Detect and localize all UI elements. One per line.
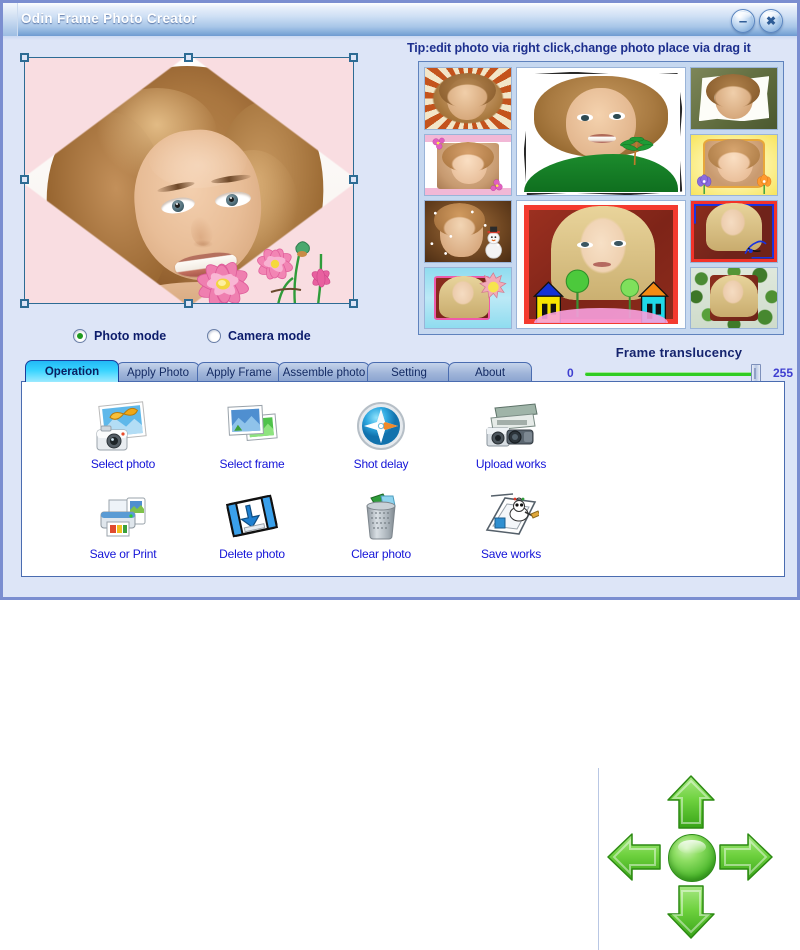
thumb-big-1[interactable] [516, 67, 686, 196]
panel-divider [598, 768, 599, 950]
selection-handle-bottom-center[interactable] [184, 299, 193, 308]
radio-camera-mode-label: Camera mode [228, 329, 311, 343]
upload-scanner-icon [483, 400, 539, 454]
delete-photo-label: Delete photo [219, 547, 285, 561]
radio-photo-mode-label: Photo mode [94, 329, 167, 343]
minimize-icon: – [738, 12, 748, 30]
title-bar-left-accent [3, 3, 18, 36]
clear-photo-label: Clear photo [351, 547, 411, 561]
selection-handle-top-left[interactable] [20, 53, 29, 62]
photo-with-butterfly-camera-icon [95, 400, 151, 454]
shot-delay-button[interactable]: Shot delay [322, 400, 440, 471]
upload-works-button[interactable]: Upload works [452, 400, 570, 471]
delete-photo-button[interactable]: Delete photo [193, 490, 311, 561]
thumb-6[interactable] [690, 200, 778, 263]
move-right-button[interactable] [718, 830, 774, 884]
thumb-3[interactable] [424, 133, 512, 196]
frame-translucency-label: Frame translucency [615, 345, 743, 360]
navigation-dpad [606, 774, 774, 940]
thumb-7[interactable] [424, 266, 512, 329]
minimize-button[interactable]: – [731, 9, 755, 33]
save-or-print-button[interactable]: Save or Print [64, 490, 182, 561]
photo-canvas-surface[interactable] [24, 57, 354, 304]
picture-frame-stack-icon [224, 400, 280, 454]
shot-delay-label: Shot delay [353, 457, 409, 471]
clear-photo-button[interactable]: Clear photo [322, 490, 440, 561]
center-button[interactable] [668, 834, 716, 882]
tab-assemble-photo-label: Assemble photo [282, 366, 366, 379]
thumb-1[interactable] [424, 67, 512, 130]
photo-canvas[interactable] [20, 53, 358, 308]
thumb-4[interactable] [690, 133, 778, 196]
tab-apply-frame-label: Apply Frame [206, 366, 272, 379]
tip-text: Tip:edit photo via right click,change ph… [407, 41, 751, 55]
thumb-2[interactable] [690, 67, 778, 130]
selection-handle-bottom-right[interactable] [349, 299, 358, 308]
translucency-min-label: 0 [567, 366, 574, 380]
tab-operation[interactable]: Operation [25, 360, 119, 382]
move-left-button[interactable] [606, 830, 662, 884]
save-works-label: Save works [480, 547, 542, 561]
operation-panel: Select photo Select frame Shot delay Upl… [21, 381, 785, 950]
move-up-button[interactable] [664, 774, 718, 830]
selection-handle-middle-left[interactable] [20, 175, 29, 184]
frame-thumbnail-grid[interactable] [418, 61, 784, 335]
lotus-flower-overlay [175, 234, 353, 303]
tab-operation-label: Operation [44, 365, 100, 378]
select-photo-button[interactable]: Select photo [64, 400, 182, 471]
translucency-slider-track[interactable] [585, 372, 757, 376]
thumb-5[interactable] [424, 200, 512, 263]
close-button[interactable]: ✖ [759, 9, 783, 33]
tab-apply-photo[interactable]: Apply Photo [116, 362, 200, 382]
application-window: Odin Frame Photo Creator – ✖ Tip:edit ph… [0, 0, 800, 950]
tab-about[interactable]: About [448, 362, 532, 382]
upload-works-label: Upload works [475, 457, 547, 471]
desk-save-icon [483, 490, 541, 544]
window-title: Odin Frame Photo Creator [21, 11, 197, 26]
select-photo-label: Select photo [90, 457, 156, 471]
tab-bar: Operation Apply Photo Apply Frame Assemb… [25, 360, 532, 382]
title-bar[interactable]: Odin Frame Photo Creator – ✖ [3, 3, 797, 40]
tab-about-label: About [474, 366, 506, 379]
tab-setting-label: Setting [391, 366, 427, 379]
selection-handle-bottom-left[interactable] [20, 299, 29, 308]
selection-handle-middle-right[interactable] [349, 175, 358, 184]
translucency-max-label: 255 [772, 366, 793, 380]
compass-timer-icon [353, 400, 409, 454]
selection-handle-top-center[interactable] [184, 53, 193, 62]
save-or-print-label: Save or Print [89, 547, 157, 561]
tab-assemble-photo[interactable]: Assemble photo [278, 362, 370, 382]
tab-apply-frame[interactable]: Apply Frame [197, 362, 281, 382]
trash-bin-icon [353, 490, 409, 544]
thumb-big-2[interactable] [516, 200, 686, 329]
tab-apply-photo-label: Apply Photo [126, 366, 189, 379]
radio-camera-mode-indicator[interactable] [207, 329, 221, 343]
close-icon: ✖ [765, 14, 777, 28]
printer-icon [95, 490, 151, 544]
frame-translucency-control: Frame translucency 0 255 [563, 345, 795, 385]
radio-photo-mode-indicator[interactable] [73, 329, 87, 343]
save-works-button[interactable]: Save works [452, 490, 570, 561]
floppy-down-arrow-icon [224, 490, 280, 544]
tab-setting[interactable]: Setting [367, 362, 451, 382]
radio-photo-mode[interactable]: Photo mode [73, 329, 166, 343]
radio-camera-mode[interactable]: Camera mode [207, 329, 311, 343]
select-frame-button[interactable]: Select frame [193, 400, 311, 471]
move-down-button[interactable] [664, 884, 718, 940]
thumb-8[interactable] [690, 266, 778, 329]
select-frame-label: Select frame [219, 457, 285, 471]
selection-handle-top-right[interactable] [349, 53, 358, 62]
